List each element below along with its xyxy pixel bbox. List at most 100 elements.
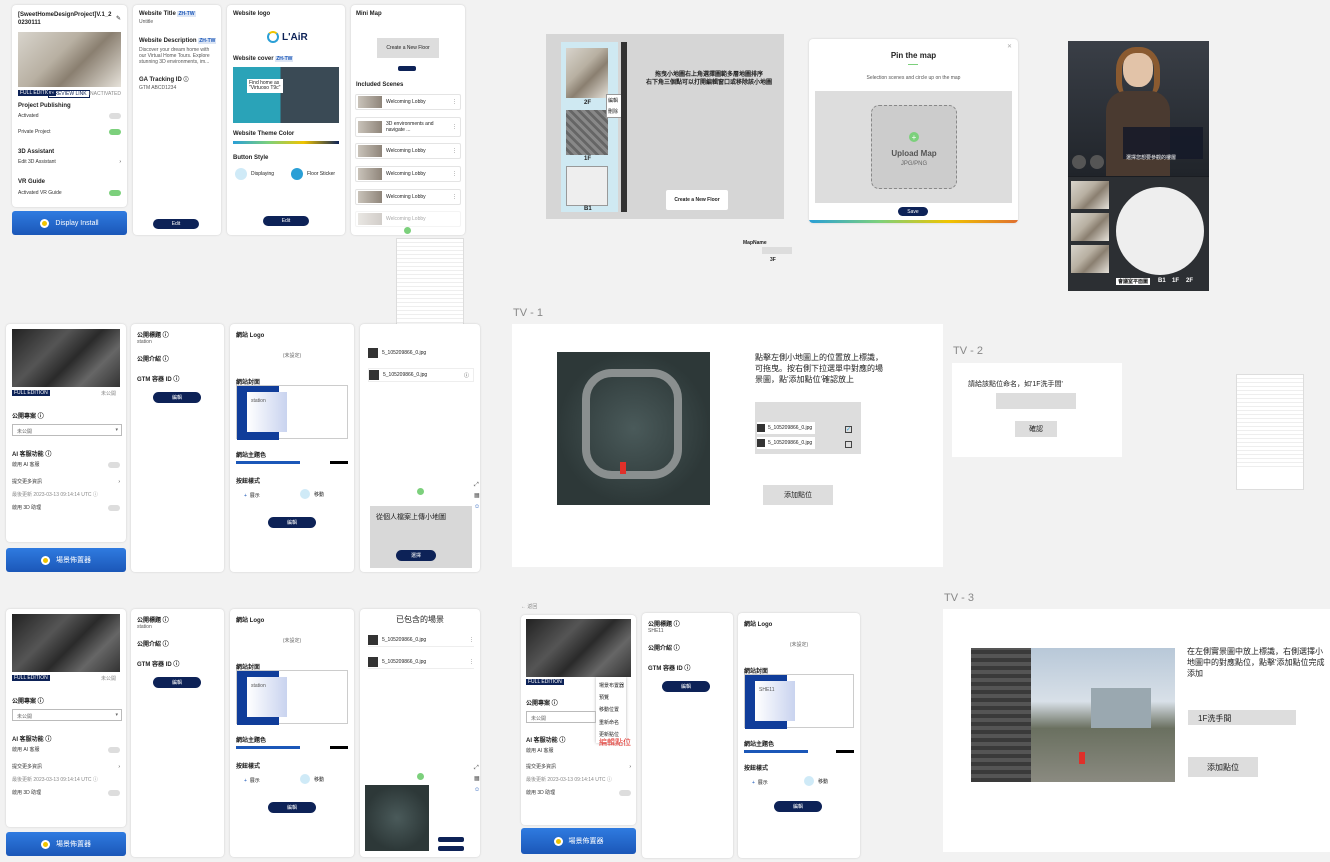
mapname-value: 3F	[770, 257, 776, 263]
point-select[interactable]: 1F洗手間	[1188, 710, 1296, 725]
scene-layout-button[interactable]: 場景佈置器	[6, 548, 126, 572]
button-style-floor-sticker[interactable]: Floor Sticker	[291, 168, 335, 180]
upload-area[interactable]: 從個人檔案上傳小地圖 選擇	[370, 506, 472, 568]
add-point-button[interactable]: 添加點位	[1188, 757, 1258, 777]
close-icon[interactable]: ✕	[1007, 43, 1012, 50]
cover-preview: station	[236, 385, 348, 440]
confirm-button[interactable]: 確認	[1015, 421, 1057, 437]
scene-photo[interactable]	[971, 648, 1175, 782]
edit-button[interactable]: Edit	[153, 219, 199, 229]
edit-button[interactable]: 編輯	[153, 677, 201, 688]
floor-instruction: 拖曳小地圖右上角選擇圖範多層地圖排序 右下角三個點可以打開編輯窗口或移除該小地圖	[645, 72, 772, 86]
checkbox[interactable]	[845, 441, 852, 448]
floor-option-b1[interactable]	[1071, 181, 1109, 209]
side-toolbar[interactable]: ⤢ ▦ ☺	[474, 480, 480, 513]
edit-button[interactable]: 編輯	[268, 517, 316, 528]
edit-button[interactable]: 編輯	[153, 392, 201, 403]
back-link[interactable]: ← 返回	[521, 603, 537, 610]
floor-manager-mock: 2F 1F B1 編輯 刪除 拖曳小地圖右上角選擇圖範多層地圖排序 右下角三個點可…	[546, 34, 784, 219]
upload-map-dropzone[interactable]: + Upload Map JPG/PNG	[871, 105, 957, 189]
public-info-panel: 公開標題 ⓘ station 公開介紹 ⓘ GTM 容器 ID ⓘ 編輯	[131, 324, 224, 572]
avatar-guide-preview: 選擇您想要參觀的樓層 會議室平面圖 B1 1F 2F	[1068, 41, 1209, 291]
mapname-label: MapName	[743, 240, 767, 246]
logo-ring-icon	[267, 31, 279, 43]
public-info-panel-3: 公開標題 ⓘ SHE11 公開介紹 ⓘ GTM 容器 ID ⓘ 編輯	[642, 613, 733, 858]
save-button[interactable]: Save	[898, 207, 928, 216]
tv1-label: TV - 1	[513, 307, 543, 319]
edit-assistant-row[interactable]: Edit 3D Assistant ›	[18, 159, 121, 165]
public-select[interactable]: 未公開 ▾	[12, 424, 122, 436]
map-pin-icon[interactable]	[1079, 752, 1085, 764]
circular-floor-map[interactable]	[1116, 187, 1204, 275]
website-info-panel: Website Title ZH-TW Untitle Website Desc…	[133, 5, 221, 235]
scene-item[interactable]: Welcoming Lobby	[355, 211, 461, 227]
floor-thumb-b1[interactable]	[566, 166, 608, 206]
scene-file-row[interactable]: 5_105209866_0.jpg ⓘ	[368, 368, 474, 382]
scene-layout-button[interactable]: 場景佈置器	[521, 828, 636, 854]
floor-option-2f[interactable]	[1071, 245, 1109, 273]
sidebar-scrollbar[interactable]	[621, 42, 627, 212]
minimap-thumb[interactable]	[365, 785, 429, 851]
button-style-displaying[interactable]: Displaying	[235, 168, 274, 180]
scene-file-row[interactable]: 5_105209866_0.jpg	[368, 346, 474, 360]
map-pin-icon[interactable]	[620, 462, 626, 474]
point-name-input[interactable]	[996, 393, 1076, 409]
theme-color-slider[interactable]	[233, 141, 339, 144]
website-brand-panel: Website logo L'AiR Website cover ZH-TW F…	[227, 5, 345, 235]
tv2-label: TV - 2	[953, 345, 983, 357]
checkbox-checked[interactable]: ✓	[845, 426, 852, 433]
add-scene-icon[interactable]	[404, 227, 411, 234]
enable-3d-toggle[interactable]	[108, 504, 120, 511]
scene-item[interactable]: Welcoming Lobby ⋮	[355, 166, 461, 182]
private-project-toggle[interactable]	[109, 129, 121, 135]
logo-preview: L'AiR	[267, 25, 317, 49]
activated-toggle[interactable]	[109, 113, 121, 119]
edit-button[interactable]: 編輯	[662, 681, 710, 692]
website-logo-label: Website logo	[233, 11, 271, 17]
edit-button[interactable]: 編輯	[268, 802, 316, 813]
vr-guide-toggle[interactable]	[109, 190, 121, 196]
theme-color-slider[interactable]	[236, 461, 300, 464]
mini-map-panel: Mini Map Create a New Floor Included Sce…	[351, 5, 465, 235]
project-settings-panel-menu: FULL EDITION 場景布置器 預覽 移動位置 重新命名 更新點位 編輯點…	[521, 615, 636, 825]
display-install-button[interactable]: Display Install	[12, 211, 127, 235]
badge-preview-link[interactable]: PREVIEW LINK	[48, 90, 90, 98]
scene-item[interactable]: 3D environments and navigate ... ⋮	[355, 117, 461, 137]
create-floor-button[interactable]: Create a New Floor	[377, 38, 439, 58]
add-icon[interactable]	[417, 488, 424, 495]
floor-option-1f[interactable]	[1071, 213, 1109, 241]
project-settings-panel-zh-2: FULL EDITION 未公開 公開專案 ⓘ 未公開 ▾ AI 客服功能 ⓘ 啟…	[6, 609, 126, 827]
edit-button[interactable]: 編輯	[774, 801, 822, 812]
edit-pencil-icon[interactable]: ✎	[116, 15, 121, 22]
tv3-label: TV - 3	[944, 592, 974, 604]
floor-thumb-2f[interactable]	[566, 48, 608, 98]
project-title: [SweetHomeDesignProject]V.1_2 0230111	[18, 12, 112, 26]
tv3-panel: 在左側實景圖中放上標識，右側選擇小地圖中的對應點位，點擊'添加點位完成添加 1F…	[943, 609, 1330, 852]
floor-thumb-1f[interactable]	[566, 110, 608, 155]
scene-item[interactable]: Welcoming Lobby ⋮	[355, 189, 461, 205]
scene-dropdown[interactable]: 5_105209866_0.jpg 5_105209866_0.jpg ✓	[755, 402, 861, 454]
website-title-value: Untitle	[139, 19, 154, 25]
enable-ai-toggle[interactable]	[108, 461, 120, 468]
assistant-heading: 3D Assistant	[18, 149, 55, 155]
mapname-input[interactable]	[762, 247, 792, 254]
pin-map-title: Pin the map	[890, 51, 937, 60]
project-publishing-heading: Project Publishing	[18, 103, 71, 109]
create-floor-button[interactable]: Create a New Floor	[666, 190, 728, 210]
scene-item[interactable]: Welcoming Lobby ⋮	[355, 94, 461, 110]
vr-guide-heading: VR Guide	[18, 179, 46, 185]
pin-map-subtitle: Selection scenes and circle up on the ma…	[866, 75, 961, 81]
scene-item[interactable]: Welcoming Lobby ⋮	[355, 143, 461, 159]
public-select[interactable]: 未公開 ▾	[12, 709, 122, 721]
edit-button[interactable]: Edit	[263, 216, 309, 226]
add-point-button[interactable]: 添加點位	[763, 485, 833, 505]
project-settings-panel-zh: FULL EDITION 未公開 公開專案 ⓘ 未公開 ▾ AI 客服功能 ⓘ 啟…	[6, 324, 126, 542]
included-scenes-panel: 已包含的場景 5_105209866_0.jpg ⋮ 5_105209866_0.…	[360, 609, 480, 857]
logo-dot-icon	[40, 218, 50, 228]
select-button[interactable]: 選擇	[396, 550, 436, 561]
edit-point-annotation: 編輯點位	[599, 738, 631, 747]
scene-layout-button[interactable]: 場景佈置器	[6, 832, 126, 856]
website-description-value: Discover your dream home with our Virtua…	[139, 47, 210, 65]
pin-map-dialog: ✕ Pin the map Selection scenes and circl…	[809, 39, 1018, 223]
project-cover-image	[12, 329, 120, 387]
